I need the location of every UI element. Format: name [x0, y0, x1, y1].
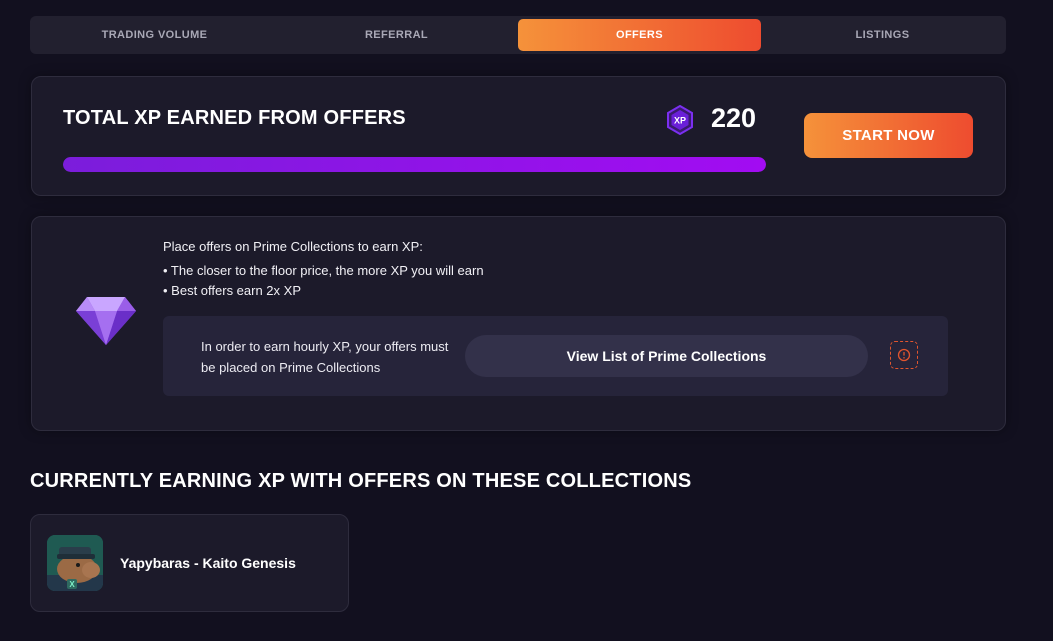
collection-avatar: X — [47, 535, 103, 591]
info-circle-icon — [897, 348, 911, 362]
capybara-avatar: X — [47, 535, 103, 591]
collection-name: Yapybaras - Kaito Genesis — [120, 555, 296, 571]
xp-total-value: 220 — [711, 103, 757, 133]
xp-badge-icon: XP — [667, 105, 693, 135]
prime-collections-notice: In order to earn hourly XP, your offers … — [163, 316, 948, 396]
collection-card[interactable]: X Yapybaras - Kaito Genesis — [30, 514, 349, 612]
tab-referral[interactable]: REFERRAL — [275, 19, 518, 51]
tab-listings[interactable]: LISTINGS — [761, 19, 1004, 51]
xp-progress-bar — [63, 157, 766, 172]
prime-collections-notice-text: In order to earn hourly XP, your offers … — [201, 339, 449, 375]
svg-text:X: X — [69, 580, 75, 589]
info-button[interactable] — [890, 341, 918, 369]
offers-bullet-best-offers: • Best offers earn 2x XP — [163, 283, 301, 298]
xp-summary-card: TOTAL XP EARNED FROM OFFERS XP 220 START… — [31, 76, 1006, 196]
tab-bar: TRADING VOLUME REFERRAL OFFERS LISTINGS — [30, 16, 1006, 54]
xp-badge-label: XP — [674, 116, 686, 126]
offers-info-card: Place offers on Prime Collections to ear… — [31, 216, 1006, 431]
offers-bullet-floor-price: • The closer to the floor price, the mor… — [163, 263, 484, 278]
xp-summary-title: TOTAL XP EARNED FROM OFFERS — [63, 107, 406, 129]
tab-trading-volume[interactable]: TRADING VOLUME — [33, 19, 276, 51]
diamond-icon — [76, 297, 136, 345]
start-now-button[interactable]: START NOW — [804, 113, 973, 158]
xp-progress-fill — [63, 157, 766, 172]
collections-section-title: CURRENTLY EARNING XP WITH OFFERS ON THES… — [30, 470, 692, 492]
tab-offers[interactable]: OFFERS — [518, 19, 761, 51]
view-prime-collections-button[interactable]: View List of Prime Collections — [465, 335, 868, 377]
offers-intro-text: Place offers on Prime Collections to ear… — [163, 239, 423, 254]
